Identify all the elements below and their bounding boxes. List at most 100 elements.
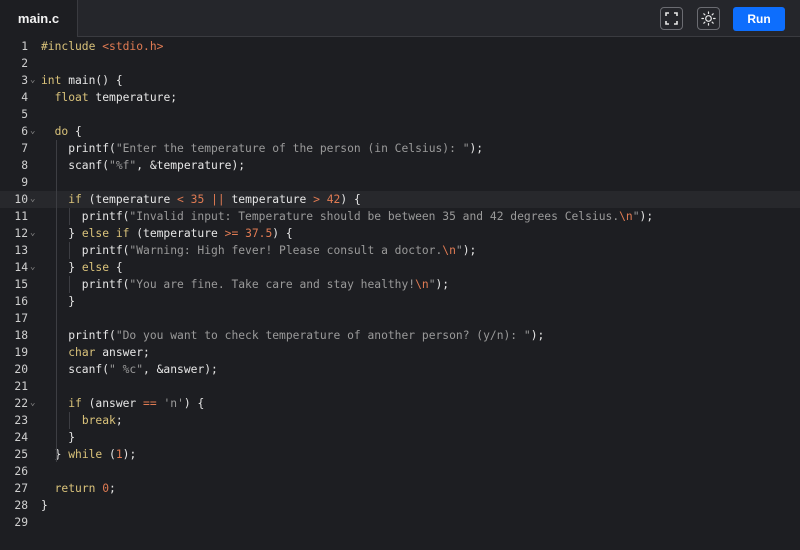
fold-chevron-icon[interactable]: ⌄ xyxy=(30,259,40,276)
code-text: } xyxy=(41,431,76,444)
code-line[interactable]: 27 return 0; xyxy=(0,480,800,497)
code-line[interactable]: 16 } xyxy=(0,293,800,310)
fold-chevron-icon[interactable]: ⌄ xyxy=(30,191,40,208)
code-text: } else { xyxy=(41,261,123,274)
code-text: float temperature; xyxy=(54,91,178,104)
tab-label: main.c xyxy=(17,11,60,26)
line-number: 11 xyxy=(14,210,28,223)
fold-chevron-icon[interactable]: ⌄ xyxy=(30,225,40,242)
code-line[interactable]: 1 #include <stdio.h> xyxy=(0,38,800,55)
line-number: 20 xyxy=(14,363,28,376)
fullscreen-button[interactable] xyxy=(660,7,683,30)
line-number: 27 xyxy=(14,482,28,495)
line-number: 7 xyxy=(21,142,28,155)
code-text: } xyxy=(41,295,76,308)
fullscreen-icon xyxy=(665,12,678,25)
code-line[interactable]: 10 ⌄ if (temperature < 35 || temperature … xyxy=(0,191,800,208)
line-number: 18 xyxy=(14,329,28,342)
fold-chevron-icon[interactable]: ⌄ xyxy=(30,123,40,140)
line-number: 1 xyxy=(21,40,28,53)
code-text: int main() { xyxy=(41,74,123,87)
line-number: 5 xyxy=(21,108,28,121)
code-line[interactable]: 14 ⌄ } else { xyxy=(0,259,800,276)
code-line[interactable]: 20 scanf(" %c", &answer); xyxy=(0,361,800,378)
line-number: 25 xyxy=(14,448,28,461)
line-number: 16 xyxy=(14,295,28,308)
line-number: 23 xyxy=(14,414,28,427)
theme-toggle-button[interactable] xyxy=(697,7,720,30)
code-line[interactable]: 13 printf("Warning: High fever! Please c… xyxy=(0,242,800,259)
line-number: 19 xyxy=(14,346,28,359)
code-line[interactable]: 29 xyxy=(0,514,800,531)
indent-guide xyxy=(69,276,70,293)
code-text: } else if (temperature >= 37.5) { xyxy=(41,227,293,240)
code-text: printf("Enter the temperature of the per… xyxy=(41,142,484,155)
line-number: 14 xyxy=(14,261,28,274)
line-number: 15 xyxy=(14,278,28,291)
code-line[interactable]: 22 ⌄ if (answer == 'n') { xyxy=(0,395,800,412)
indent-guide xyxy=(69,208,70,225)
indent-guide xyxy=(69,242,70,259)
code-line[interactable]: 24 } xyxy=(0,429,800,446)
code-text: if (temperature < 35 || temperature > 42… xyxy=(68,193,361,206)
code-text: printf("Invalid input: Temperature shoul… xyxy=(41,210,654,223)
indent-guide xyxy=(69,412,70,429)
code-line[interactable]: 25 } while (1); xyxy=(0,446,800,463)
code-line[interactable]: 6 ⌄ do { xyxy=(0,123,800,140)
line-number: 21 xyxy=(14,380,28,393)
code-line[interactable]: 5 xyxy=(0,106,800,123)
code-line[interactable]: 12 ⌄ } else if (temperature >= 37.5) { xyxy=(0,225,800,242)
line-number: 3 xyxy=(21,74,28,87)
line-number: 17 xyxy=(14,312,28,325)
line-number: 26 xyxy=(14,465,28,478)
code-line[interactable]: 7 printf("Enter the temperature of the p… xyxy=(0,140,800,157)
line-number: 22 xyxy=(14,397,28,410)
code-text: #include <stdio.h> xyxy=(41,40,164,53)
code-text: printf("Warning: High fever! Please cons… xyxy=(41,244,477,257)
code-text: return 0; xyxy=(54,482,116,495)
run-button-label: Run xyxy=(747,12,771,26)
code-line[interactable]: 15 printf("You are fine. Take care and s… xyxy=(0,276,800,293)
code-line[interactable]: 23 break; xyxy=(0,412,800,429)
code-line[interactable]: 21 xyxy=(0,378,800,395)
fold-chevron-icon[interactable]: ⌄ xyxy=(30,395,40,412)
line-number: 13 xyxy=(14,244,28,257)
code-text: scanf("%f", &temperature); xyxy=(41,159,246,172)
code-editor[interactable]: 29 28} 27 return 0; 26 25 } while (1); 24 } 23… xyxy=(0,38,800,550)
line-number: 8 xyxy=(21,159,28,172)
fold-chevron-icon[interactable]: ⌄ xyxy=(30,72,40,89)
code-line[interactable]: 9 xyxy=(0,174,800,191)
code-line[interactable]: 8 scanf("%f", &temperature); xyxy=(0,157,800,174)
code-line[interactable]: 19 char answer; xyxy=(0,344,800,361)
code-line[interactable]: 26 xyxy=(0,463,800,480)
indent-guide xyxy=(56,140,57,462)
run-button[interactable]: Run xyxy=(733,7,785,31)
sun-icon xyxy=(701,11,716,26)
code-text: scanf(" %c", &answer); xyxy=(41,363,218,376)
code-line[interactable]: 17 xyxy=(0,310,800,327)
code-line[interactable]: 3 ⌄ int main() { xyxy=(0,72,800,89)
code-text: } xyxy=(41,499,48,512)
code-text: break; xyxy=(81,414,123,427)
code-line[interactable]: 2 xyxy=(0,55,800,72)
code-text: printf("Do you want to check temperature… xyxy=(41,329,545,342)
line-number: 2 xyxy=(21,57,28,70)
code-line[interactable]: 18 printf("Do you want to check temperat… xyxy=(0,327,800,344)
line-number: 4 xyxy=(21,91,28,104)
line-number: 12 xyxy=(14,227,28,240)
line-number: 9 xyxy=(21,176,28,189)
top-bar: main.c Run xyxy=(0,0,800,37)
line-number: 28 xyxy=(14,499,28,512)
line-number: 29 xyxy=(14,516,28,529)
tab-main-c[interactable]: main.c xyxy=(0,0,78,37)
code-line[interactable]: 4 float temperature; xyxy=(0,89,800,106)
line-number: 6 xyxy=(21,125,28,138)
line-number: 24 xyxy=(14,431,28,444)
code-text: do { xyxy=(54,125,82,138)
code-text: char answer; xyxy=(68,346,150,359)
code-text: printf("You are fine. Take care and stay… xyxy=(41,278,450,291)
line-number: 10 xyxy=(14,193,28,206)
code-line[interactable]: 28} xyxy=(0,497,800,514)
code-text: if (answer == 'n') { xyxy=(68,397,205,410)
code-line[interactable]: 11 printf("Invalid input: Temperature sh… xyxy=(0,208,800,225)
